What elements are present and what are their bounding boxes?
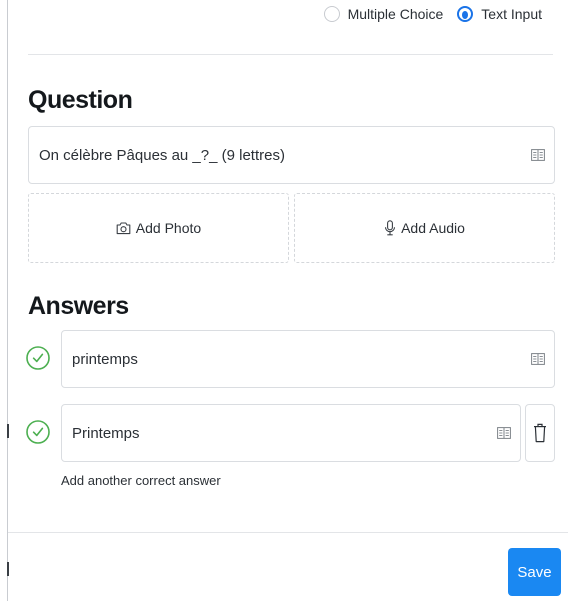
dictionary-icon[interactable] — [531, 353, 545, 365]
question-heading: Question — [28, 86, 133, 114]
add-photo-button[interactable]: Add Photo — [28, 193, 289, 263]
camera-icon — [116, 222, 131, 235]
dictionary-icon[interactable] — [531, 149, 545, 161]
add-audio-button[interactable]: Add Audio — [294, 193, 555, 263]
answer-type-selector: Multiple Choice Text Input — [310, 6, 542, 22]
header-divider — [28, 54, 553, 55]
scroll-marker — [7, 424, 9, 438]
add-another-answer-link[interactable]: Add another correct answer — [61, 473, 221, 488]
answer-value: printemps — [72, 350, 138, 368]
delete-answer-button[interactable] — [525, 404, 555, 462]
radio-checked-icon[interactable] — [457, 6, 474, 22]
radio-unchecked-icon[interactable] — [323, 6, 340, 22]
answer-field-2[interactable]: Printemps — [61, 404, 521, 462]
correct-answer-check-icon[interactable] — [26, 420, 50, 444]
answers-heading: Answers — [28, 292, 129, 320]
radio-text-input[interactable]: Text Input — [457, 6, 542, 22]
add-photo-label: Add Photo — [135, 220, 202, 236]
save-button[interactable]: Save — [508, 548, 561, 596]
radio-text-input-label: Text Input — [481, 6, 542, 22]
dictionary-icon[interactable] — [497, 427, 511, 439]
radio-multiple-choice[interactable]: Multiple Choice — [323, 6, 444, 22]
answer-value: Printemps — [72, 424, 140, 442]
trash-icon — [534, 423, 546, 443]
question-text-field[interactable]: On célèbre Pâques au _?_ (9 lettres) — [28, 126, 555, 184]
add-audio-label: Add Audio — [401, 220, 465, 236]
left-panel-border — [7, 0, 8, 601]
question-editor: Multiple Choice Text Input Question On c… — [0, 0, 568, 601]
radio-multiple-choice-label: Multiple Choice — [347, 6, 444, 22]
microphone-icon — [385, 220, 396, 236]
footer-divider — [8, 532, 568, 533]
correct-answer-check-icon[interactable] — [26, 346, 50, 370]
answer-field-1[interactable]: printemps — [61, 330, 555, 388]
question-text-value: On célèbre Pâques au _?_ (9 lettres) — [39, 146, 285, 164]
scroll-marker — [7, 562, 9, 576]
